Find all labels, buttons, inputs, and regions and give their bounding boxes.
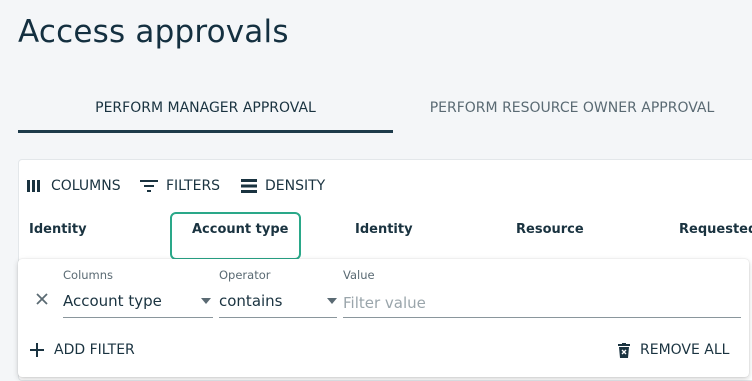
columns-field-label: Columns — [63, 268, 114, 282]
columns-button[interactable]: COLUMNS — [27, 176, 121, 196]
column-header-requested-by[interactable]: Requested by — [679, 222, 752, 237]
density-button[interactable]: DENSITY — [241, 176, 325, 196]
page-title: Access approvals — [18, 14, 289, 50]
remove-all-button[interactable]: REMOVE ALL — [618, 340, 729, 360]
density-button-label: DENSITY — [265, 178, 326, 194]
column-header-resource[interactable]: Resource — [516, 222, 584, 237]
add-filter-label: ADD FILTER — [54, 342, 135, 358]
operator-select-value: contains — [219, 292, 283, 310]
column-header-identity[interactable]: Identity — [29, 222, 87, 237]
caret-down-icon — [327, 298, 337, 304]
tab-indicator — [18, 130, 393, 133]
filters-button[interactable]: FILTERS — [140, 176, 220, 196]
value-field-label: Value — [343, 268, 375, 282]
tab-resource-owner-approval[interactable]: PERFORM RESOURCE OWNER APPROVAL — [393, 88, 751, 130]
column-select-value: Account type — [63, 292, 162, 310]
filter-icon — [140, 180, 158, 192]
trash-icon — [618, 342, 630, 358]
caret-down-icon — [201, 298, 211, 304]
column-select[interactable]: Account type — [63, 289, 213, 318]
operator-select[interactable]: contains — [219, 289, 337, 318]
close-icon[interactable] — [35, 292, 49, 306]
filter-value-input[interactable] — [343, 289, 741, 318]
plus-icon — [30, 343, 44, 357]
column-header-identity-2[interactable]: Identity — [355, 222, 413, 237]
highlight-box — [170, 212, 301, 260]
density-icon — [241, 179, 257, 193]
columns-icon — [27, 180, 40, 192]
tab-bar: PERFORM MANAGER APPROVAL PERFORM RESOURC… — [18, 88, 752, 134]
remove-all-label: REMOVE ALL — [640, 342, 730, 358]
add-filter-button[interactable]: ADD FILTER — [30, 340, 135, 360]
operator-field-label: Operator — [219, 268, 271, 282]
columns-button-label: COLUMNS — [51, 178, 121, 194]
filters-button-label: FILTERS — [166, 178, 221, 194]
tab-manager-approval[interactable]: PERFORM MANAGER APPROVAL — [18, 88, 393, 130]
filter-panel: Columns Operator Value Account type cont… — [18, 259, 749, 377]
